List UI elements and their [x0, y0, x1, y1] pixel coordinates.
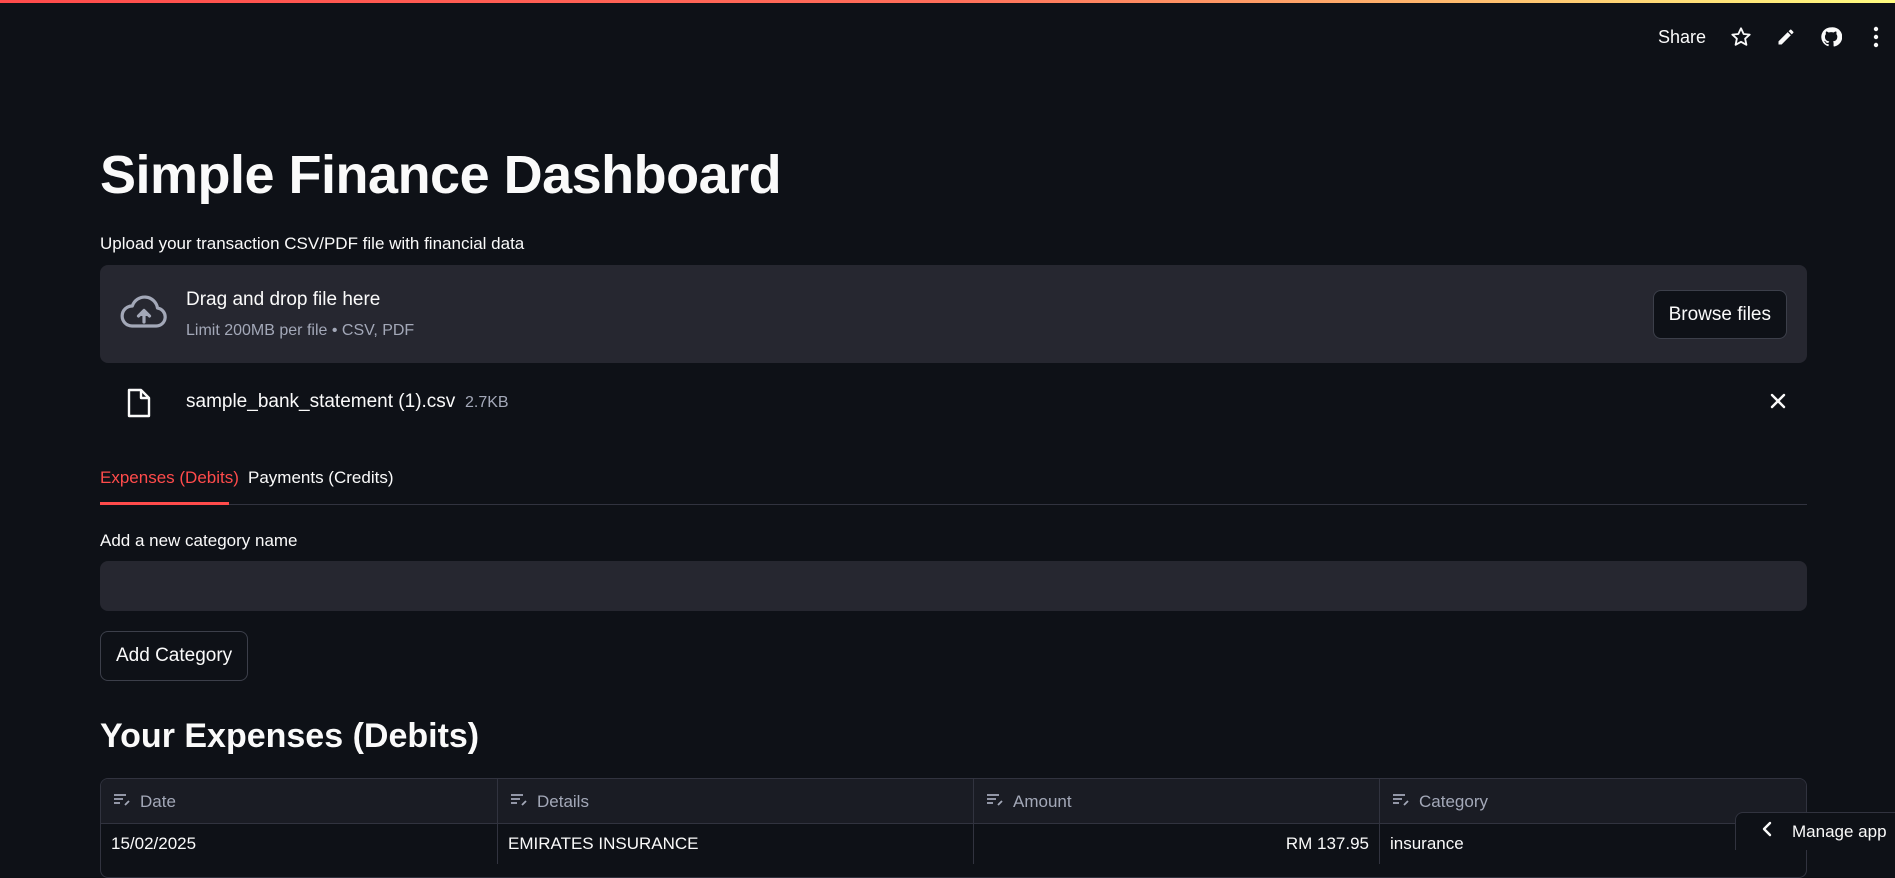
uploaded-file-size: 2.7KB: [465, 394, 509, 411]
remove-file-icon[interactable]: [1769, 392, 1787, 415]
column-header-label: Date: [140, 791, 176, 811]
share-button[interactable]: Share: [1658, 27, 1706, 48]
dropzone-limit-text: Limit 200MB per file • CSV, PDF: [186, 322, 415, 339]
browse-files-button[interactable]: Browse files: [1652, 290, 1787, 339]
page-title: Simple Finance Dashboard: [100, 145, 782, 205]
column-header-date[interactable]: Date: [101, 779, 498, 824]
category-name-label: Add a new category name: [100, 531, 298, 550]
manage-app-button[interactable]: Manage app: [1735, 812, 1895, 850]
table-cell-details[interactable]: EMIRATES INSURANCE: [498, 824, 974, 864]
table-header: Date Details Amount Category: [101, 779, 1806, 824]
github-icon[interactable]: [1818, 24, 1844, 50]
file-dropzone[interactable]: Drag and drop file here Limit 200MB per …: [100, 265, 1807, 363]
column-header-label: Category: [1419, 791, 1488, 811]
expenses-heading: Your Expenses (Debits): [100, 717, 480, 755]
tab-expenses-debits[interactable]: Expenses (Debits): [100, 468, 239, 488]
text-column-icon: [510, 792, 528, 812]
more-vertical-icon[interactable]: [1863, 24, 1889, 50]
file-icon: [126, 388, 152, 423]
active-tab-indicator: [100, 502, 229, 505]
app-toolbar: Share: [1658, 20, 1895, 54]
pencil-icon[interactable]: [1773, 24, 1799, 50]
text-column-icon: [113, 792, 131, 812]
manage-app-label: Manage app: [1792, 821, 1887, 841]
column-header-label: Details: [537, 791, 589, 811]
add-category-button[interactable]: Add Category: [100, 631, 249, 681]
uploaded-file-name: sample_bank_statement (1).csv: [186, 391, 456, 412]
column-header-amount[interactable]: Amount: [974, 779, 1380, 824]
tab-payments-credits[interactable]: Payments (Credits): [248, 468, 393, 488]
table-cell-amount[interactable]: RM 137.95: [974, 824, 1380, 864]
uploader-label: Upload your transaction CSV/PDF file wit…: [100, 234, 525, 253]
table-cell-date[interactable]: 15/02/2025: [101, 824, 498, 864]
text-column-icon: [986, 792, 1004, 812]
star-icon[interactable]: [1728, 24, 1754, 50]
column-header-details[interactable]: Details: [498, 779, 974, 824]
text-column-icon: [1392, 792, 1410, 812]
top-decoration-bar: [0, 0, 1895, 3]
cloud-upload-icon: [120, 293, 168, 338]
expenses-table[interactable]: Date Details Amount Category 15/02/2025 …: [100, 778, 1807, 878]
tab-bar: Expenses (Debits) Payments (Credits): [100, 462, 1807, 505]
uploaded-file-row: sample_bank_statement (1).csv 2.7KB: [100, 380, 1807, 426]
chevron-left-icon: [1762, 821, 1772, 842]
category-name-input[interactable]: [100, 561, 1807, 611]
column-header-label: Amount: [1013, 791, 1072, 811]
dropzone-title: Drag and drop file here: [186, 289, 381, 310]
